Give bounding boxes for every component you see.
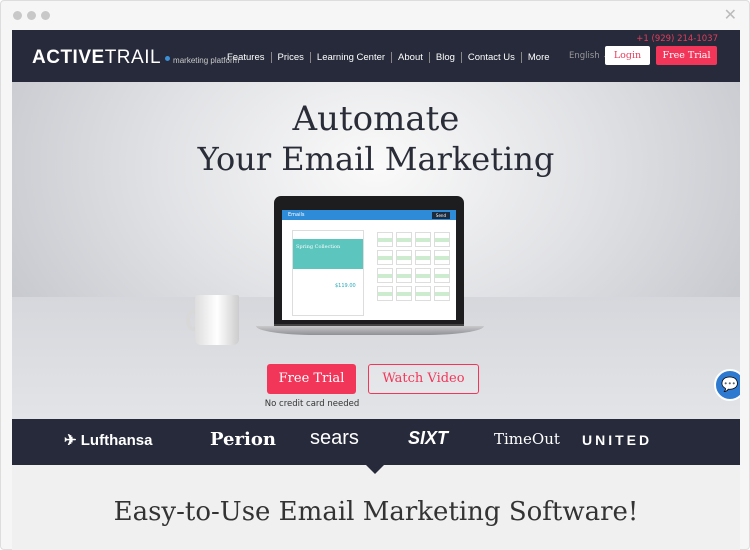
window-dot[interactable] (41, 11, 50, 20)
close-icon[interactable]: ✕ (724, 5, 737, 24)
laptop-screen: Emails Send Spring Collection $119.00 (282, 210, 456, 320)
logo-bold: ACTIVE (32, 47, 105, 68)
login-button[interactable]: Login (605, 46, 650, 65)
chat-icon[interactable]: 💬 (714, 369, 740, 401)
timeout-logo: TimeOut (494, 430, 560, 448)
free-trial-button[interactable]: Free Trial (656, 46, 717, 65)
block (415, 268, 431, 283)
section-pointer (366, 465, 384, 474)
block (396, 286, 412, 301)
no-credit-card-note: No credit card needed (264, 399, 360, 409)
email-preview: Spring Collection $119.00 (292, 230, 364, 316)
lufthansa-logo: ✈ Lufthansa (64, 432, 153, 449)
logo-dot-icon (165, 56, 171, 61)
hero-subtitle: Your Email Marketing (197, 140, 555, 178)
block (396, 232, 412, 247)
block (377, 286, 393, 301)
hero-free-trial-button[interactable]: Free Trial (267, 364, 356, 394)
sears-logo: sears (310, 427, 359, 449)
sixt-logo: SIXT (408, 428, 449, 448)
block (434, 286, 450, 301)
nav-about[interactable]: About (391, 52, 429, 63)
nav-contact-us[interactable]: Contact Us (460, 52, 521, 63)
top-nav: ACTIVETRAIL marketing platform Features P… (12, 30, 740, 82)
main-menu: Features Prices Learning Center About Bl… (227, 52, 556, 63)
window-controls (13, 11, 50, 20)
block (377, 232, 393, 247)
nav-features[interactable]: Features (227, 52, 271, 63)
screen-title: Emails (288, 212, 305, 218)
window-dot[interactable] (27, 11, 36, 20)
client-logos: ✈ Lufthansa Perion sears SIXT TimeOut UN… (12, 419, 740, 465)
hero-title: Automate (292, 99, 460, 139)
nav-prices[interactable]: Prices (270, 52, 310, 63)
nav-more[interactable]: More (520, 52, 556, 63)
block (377, 250, 393, 265)
block (415, 250, 431, 265)
promo-banner: Spring Collection (293, 239, 363, 269)
page: ACTIVETRAIL marketing platform Features P… (12, 30, 740, 550)
logo-light: TRAIL (104, 47, 162, 68)
promo-price: $119.00 (335, 283, 356, 289)
phone-number[interactable]: +1 (929) 214-1037 (636, 34, 718, 44)
laptop-base (256, 326, 484, 335)
nav-learning-center[interactable]: Learning Center (309, 52, 391, 63)
language-select[interactable]: English ⌄ (569, 51, 610, 61)
lufthansa-text: Lufthansa (80, 432, 153, 449)
perion-logo: Perion (210, 429, 276, 450)
hero: Automate Your Email Marketing Emails Send… (12, 82, 740, 419)
block (434, 268, 450, 283)
section-title: Easy-to-Use Email Marketing Software! (113, 497, 639, 527)
block (434, 250, 450, 265)
mug-image (195, 295, 239, 345)
language-label: English (569, 51, 600, 61)
block (377, 268, 393, 283)
block (434, 232, 450, 247)
nav-blog[interactable]: Blog (428, 52, 461, 63)
block-palette (377, 232, 450, 301)
screen-send: Send (431, 212, 450, 219)
watch-video-button[interactable]: Watch Video (368, 364, 479, 394)
browser-frame: ✕ ACTIVETRAIL marketing platform Features… (0, 0, 750, 550)
block (396, 268, 412, 283)
laptop-image: Emails Send Spring Collection $119.00 (274, 196, 464, 326)
screen-header: Emails Send (282, 210, 456, 220)
logo[interactable]: ACTIVETRAIL marketing platform (32, 47, 239, 69)
block (396, 250, 412, 265)
block (415, 286, 431, 301)
block (415, 232, 431, 247)
window-dot[interactable] (13, 11, 22, 20)
united-logo: UNITED (582, 432, 653, 448)
